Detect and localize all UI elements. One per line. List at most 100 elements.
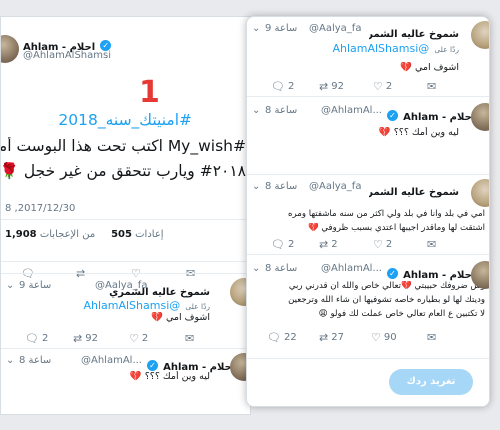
heart-icon: ♡ (373, 238, 383, 251)
like-count: 2 (141, 333, 149, 344)
hashtag-line[interactable]: #امنيتك_سنه_2018 (12, 111, 192, 129)
verified-badge-icon: ✓ (387, 110, 398, 121)
reply-icon: 🗨 (271, 80, 285, 93)
retweet-button[interactable]: ⇄ 27 (319, 331, 344, 344)
reply-button[interactable]: 🗨 22 (267, 331, 297, 344)
like-button[interactable]: ♡ 90 (371, 331, 397, 344)
tweet-text: اشوف امي 💔 (400, 62, 459, 73)
message-button[interactable]: ✉ (427, 238, 436, 251)
compose-reply-bar: تغريد ردك (247, 358, 489, 406)
reply-tweet-1[interactable]: ⌄ شموخ عاليه الشمري 9 ساعة @Aalya_fa ردً… (1, 273, 250, 349)
like-button[interactable]: ♡ 2 (373, 238, 392, 251)
message-button[interactable]: ✉ (427, 80, 436, 93)
author-handle[interactable]: @AhlamAl... (321, 263, 382, 274)
reply-count: 2 (287, 81, 295, 92)
reply-button[interactable]: 🗨 2 (25, 332, 48, 345)
replying-to-handle[interactable]: @AhlamAlShamsi (332, 42, 429, 55)
tweet-text: ليه وين أمك ؟؟؟ 💔 (129, 371, 210, 382)
like-count: 2 (385, 239, 393, 250)
heart-icon: ♡ (373, 80, 383, 93)
author-avatar[interactable] (1, 35, 19, 63)
reply-button[interactable]: 🗨 2 (271, 80, 294, 93)
chevron-down-icon[interactable]: ⌄ (252, 181, 260, 192)
author-avatar[interactable] (471, 179, 489, 207)
author-avatar[interactable] (471, 103, 489, 131)
retweet-icon: ⇄ (319, 80, 329, 93)
retweet-icon: ⇄ (319, 238, 329, 251)
main-tweet-panel: Ahlam - احلام ✓ @AhlamAlShamsi 1 #امنيتك… (0, 16, 251, 415)
tweet-time: 8 ساعة (265, 181, 298, 192)
author-handle[interactable]: @AhlamAl... (321, 105, 382, 116)
reply-tweet-3[interactable]: ⌄ 8 ساعة @Aalya_fa شموخ عاليه الشمري امي… (247, 175, 489, 255)
engagement-stats: إعادات 505 من الإعجابات 1,908 (5, 229, 164, 240)
tweet-text: ليه وين أمك ؟؟؟ 💔 (378, 127, 459, 138)
retweet-count: 2 (331, 239, 338, 250)
author-name[interactable]: Ahlam - احلام (403, 270, 475, 281)
tweet-time: 9 ساعة (19, 280, 52, 291)
retweet-count: 27 (331, 332, 344, 343)
chevron-down-icon[interactable]: ⌄ (252, 23, 260, 34)
message-button[interactable]: ✉ (427, 331, 436, 344)
retweet-icon: ⇄ (319, 331, 329, 344)
message-button[interactable]: ✉ (185, 332, 194, 345)
tweet-time: 8 ساعة (265, 263, 298, 274)
annotation-number: 1 (139, 75, 160, 110)
reply-count: 2 (287, 239, 295, 250)
reply-button[interactable]: 🗨 2 (271, 238, 294, 251)
retweet-button[interactable]: ⇄ 92 (73, 332, 98, 345)
author-handle[interactable]: @AhlamAl... (81, 355, 142, 366)
like-count: 90 (383, 332, 397, 343)
tweet-text-line-2: اشتقت لها وماقدر اجيبها اعتدي بسبب ظروفي… (307, 223, 485, 233)
reply-tweet-2[interactable]: ⌄ 8 ساعة @AhlamAl... ✓ Ahlam - احلام ليه… (1, 349, 250, 414)
tweet-text-line-1: وش ضروفك حبيبتي 💔تعالي خاص والله ان قدرن… (288, 281, 485, 291)
tweet-time: 8 ساعة (19, 355, 52, 366)
tweet-date: 8 ,2017/12/30 (5, 203, 76, 214)
retweet-count: 92 (331, 81, 344, 92)
main-tweet: Ahlam - احلام ✓ @AhlamAlShamsi 1 #امنيتك… (1, 17, 250, 262)
chevron-down-icon[interactable]: ⌄ (252, 263, 260, 274)
author-name[interactable]: شموخ عاليه الشمري (369, 187, 459, 198)
author-name[interactable]: Ahlam - احلام (403, 112, 475, 123)
replying-to-label: ردًا على (185, 302, 210, 311)
retweet-button[interactable]: ⇄ 92 (319, 80, 344, 93)
like-button[interactable]: ♡ 2 (129, 332, 148, 345)
author-handle[interactable]: @Aalya_fa (95, 280, 147, 291)
author-avatar[interactable] (471, 21, 489, 49)
tweet-text: اشوف امي 💔 (151, 312, 210, 323)
reply-icon: 🗨 (267, 331, 281, 344)
likes-label: من الإعجابات (39, 229, 96, 240)
tweet-reply-button[interactable]: تغريد ردك (389, 369, 473, 395)
reply-tweet-1[interactable]: ⌄ 9 ساعة @Aalya_fa شموخ عاليه الشمري ردً… (247, 17, 489, 97)
heart-icon: ♡ (371, 331, 381, 344)
reply-icon: 🗨 (271, 238, 285, 251)
retweets-count[interactable]: 505 (111, 229, 132, 240)
replies-panel: ⌄ 9 ساعة @Aalya_fa شموخ عاليه الشمري ردً… (246, 16, 490, 407)
reply-tweet-2[interactable]: ⌄ 8 ساعة @AhlamAl... ✓ Ahlam - احلام ليه… (247, 97, 489, 175)
screenshot-collage: Ahlam - احلام ✓ @AhlamAlShamsi 1 #امنيتك… (0, 0, 500, 430)
reply-count: 22 (283, 332, 297, 343)
reply-tweet-4[interactable]: ⌄ 8 ساعة @AhlamAl... ✓ Ahlam - احلام وش … (247, 255, 489, 359)
retweet-count: 92 (85, 333, 98, 344)
envelope-icon: ✉ (427, 331, 437, 344)
author-handle[interactable]: @Aalya_fa (309, 23, 361, 34)
likes-count[interactable]: 1,908 (5, 229, 37, 240)
retweet-icon: ⇄ (73, 332, 83, 345)
envelope-icon: ✉ (427, 238, 437, 251)
replying-to-handle[interactable]: @AhlamAlShamsi (83, 299, 180, 312)
chevron-down-icon[interactable]: ⌄ (6, 355, 14, 366)
heart-icon: ♡ (129, 332, 139, 345)
author-handle[interactable]: @AhlamAlShamsi (23, 50, 111, 61)
tweet-text-line-2: وديتك لها لو بطياره خاصه تشوفيها ان شاء … (288, 295, 485, 305)
verified-badge-icon: ✓ (147, 360, 158, 371)
chevron-down-icon[interactable]: ⌄ (252, 105, 260, 116)
retweet-button[interactable]: ⇄ 2 (319, 238, 338, 251)
author-handle[interactable]: @Aalya_fa (309, 181, 361, 192)
like-count: 2 (385, 81, 393, 92)
envelope-icon: ✉ (427, 80, 437, 93)
divider (1, 219, 250, 220)
tweet-text-line-1: امي في بلد وانا في بلد ولي اكثر من سنه م… (287, 209, 485, 219)
verified-badge-icon: ✓ (387, 268, 398, 279)
like-button[interactable]: ♡ 2 (373, 80, 392, 93)
reply-icon: 🗨 (25, 332, 39, 345)
reply-count: 2 (41, 333, 49, 344)
